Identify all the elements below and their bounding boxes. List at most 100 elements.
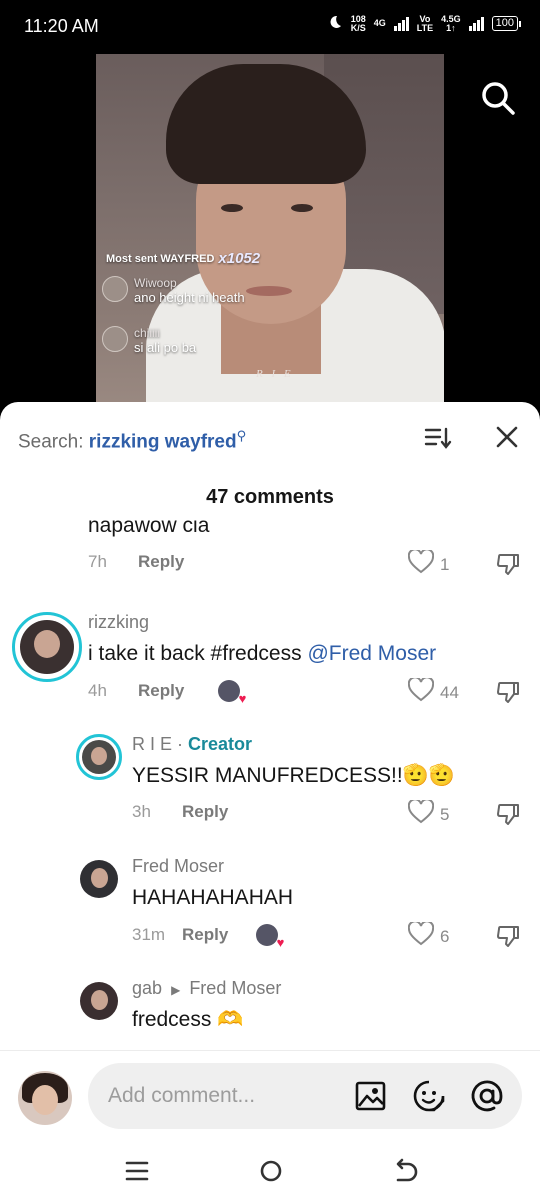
video-person-eye (291, 204, 313, 212)
video-watermark: R I E (256, 368, 294, 380)
heart-icon (407, 676, 435, 707)
live-comment: Wiwoop ano height ni heath (102, 276, 245, 305)
second-network: 4.5G 1↑ (441, 14, 461, 33)
comment-time: 7h (88, 552, 107, 571)
comment: rizzking i take it back #fredcess @Fred … (0, 612, 540, 722)
reply-arrow-icon: ▶ (171, 983, 181, 997)
video-person-eye (221, 204, 243, 212)
status-icons: 108 K/S 4G Vo LTE 4.5G 1↑ 100 (327, 14, 522, 33)
avatar-face (91, 747, 107, 765)
back-nav-icon[interactable] (390, 1156, 420, 1186)
comment-author[interactable]: R I E · Creator (132, 734, 252, 755)
my-avatar-face (32, 1085, 58, 1115)
comment-time: 4h (88, 681, 107, 700)
comment-text: YESSIR MANUFREDCESS!!🫡🫡 (132, 764, 456, 787)
comment-reply: gab ▶ Fred Moser fredcess 🫶 (0, 978, 540, 1050)
status-time: 11:20 AM (24, 16, 99, 36)
my-avatar (18, 1071, 72, 1125)
like-count: 1 (440, 554, 450, 574)
close-icon[interactable] (494, 424, 520, 450)
comment-reply: R I E · Creator YESSIR MANUFREDCESS!!🫡🫡 … (0, 734, 540, 844)
comments-count: 47 comments (206, 486, 334, 508)
net-speed-unit: K/S (350, 22, 366, 33)
related-search[interactable]: Search: rizzking wayfred⚲ (18, 428, 246, 453)
heart-icon (407, 920, 435, 951)
heart-icon (407, 548, 435, 579)
signal-icon (393, 16, 409, 31)
live-comment-name: chiiiii (134, 326, 161, 340)
like-button[interactable]: 1 (407, 548, 450, 579)
heart-icon (407, 798, 435, 829)
live-comment-name: Wiwoop (134, 276, 177, 290)
comment-list[interactable]: napawow cia 7h Reply 1 rizzking i take i… (0, 520, 540, 1050)
live-comment-text: si ali po ba (134, 340, 197, 355)
search-icon[interactable] (480, 80, 516, 116)
comment-input[interactable] (108, 1081, 348, 1111)
comment-text-main: i take it back #fredcess (88, 642, 308, 665)
comment-input-bar (0, 1050, 540, 1140)
comment-meta: 3h Reply (132, 802, 228, 822)
image-icon[interactable] (354, 1079, 388, 1113)
live-comment-avatar (102, 326, 128, 352)
heart-icon: ♥ (238, 691, 247, 706)
reply-button[interactable]: Reply (182, 925, 228, 945)
live-comment: chiiiii si ali po ba (102, 326, 196, 355)
dislike-icon[interactable] (496, 924, 520, 948)
home-nav-icon[interactable] (256, 1156, 286, 1186)
volte-bottom: LTE (416, 22, 434, 33)
comment-author[interactable]: Fred Moser (132, 856, 224, 877)
comment-time: 3h (132, 802, 151, 821)
like-count: 44 (440, 682, 459, 702)
search-prefix: Search: (18, 431, 84, 453)
dislike-icon[interactable] (496, 802, 520, 826)
battery-icon: 100 (491, 16, 522, 31)
avatar[interactable] (80, 860, 118, 898)
comment-author[interactable]: gab ▶ Fred Moser (132, 978, 281, 999)
moon-icon (327, 14, 343, 33)
like-button[interactable]: 6 (407, 920, 450, 951)
like-button[interactable]: 5 (407, 798, 450, 829)
like-button[interactable]: 44 (407, 676, 459, 707)
live-video[interactable]: Most sent WAYFRED x1052 Wiwoop ano heigh… (96, 54, 444, 414)
avatar[interactable] (82, 740, 116, 774)
comment-input-container (88, 1063, 522, 1129)
status-bar: 11:20 AM 108 K/S 4G Vo LTE 4.5G 1↑ 100 (0, 0, 540, 52)
creator-badge: Creator (188, 734, 253, 754)
reply-button[interactable]: Reply (138, 681, 184, 701)
sort-icon[interactable] (424, 426, 452, 450)
mention-icon[interactable] (470, 1079, 504, 1113)
comment-author-name: gab (132, 978, 163, 998)
comment-meta: 7h Reply (88, 552, 184, 572)
system-nav-bar (0, 1140, 540, 1200)
emoji-sticker-icon[interactable] (412, 1079, 446, 1113)
reply-to-name: Fred Moser (189, 978, 282, 998)
dislike-icon[interactable] (496, 680, 520, 704)
like-count: 5 (440, 804, 450, 824)
dislike-icon[interactable] (496, 552, 520, 576)
live-comment-avatar (102, 276, 128, 302)
comment-text: i take it back #fredcess @Fred Moser (88, 642, 436, 666)
comment-author[interactable]: rizzking (88, 612, 149, 633)
gift-count: x1052 (218, 250, 261, 267)
menu-nav-icon[interactable] (122, 1156, 152, 1186)
reply-button[interactable]: Reply (138, 552, 184, 572)
heart-icon: ♥ (276, 935, 285, 950)
comment-text: HAHAHAHAHAH (132, 886, 294, 909)
avatar-face (91, 990, 108, 1010)
network-label: 4G (373, 18, 386, 28)
comment-mention[interactable]: @Fred Moser (307, 642, 436, 665)
second-network-sub: 1↑ (446, 22, 456, 33)
like-count: 6 (440, 926, 450, 946)
reply-button[interactable]: Reply (182, 802, 228, 822)
comment-text: fredcess 🫶 (132, 1008, 244, 1031)
comment-meta: 31m Reply ♥ (132, 924, 284, 950)
creator-liked-avatar: ♥ (256, 924, 284, 950)
avatar-face (34, 630, 60, 658)
live-comment-text: ano height ni heath (134, 290, 245, 305)
comment-text: napawow cia (88, 520, 210, 537)
creator-liked-avatar: ♥ (218, 680, 246, 706)
comment: napawow cia 7h Reply 1 (0, 520, 540, 584)
avatar[interactable] (80, 982, 118, 1020)
search-query[interactable]: rizzking wayfred (89, 431, 237, 452)
avatar[interactable] (20, 620, 74, 674)
